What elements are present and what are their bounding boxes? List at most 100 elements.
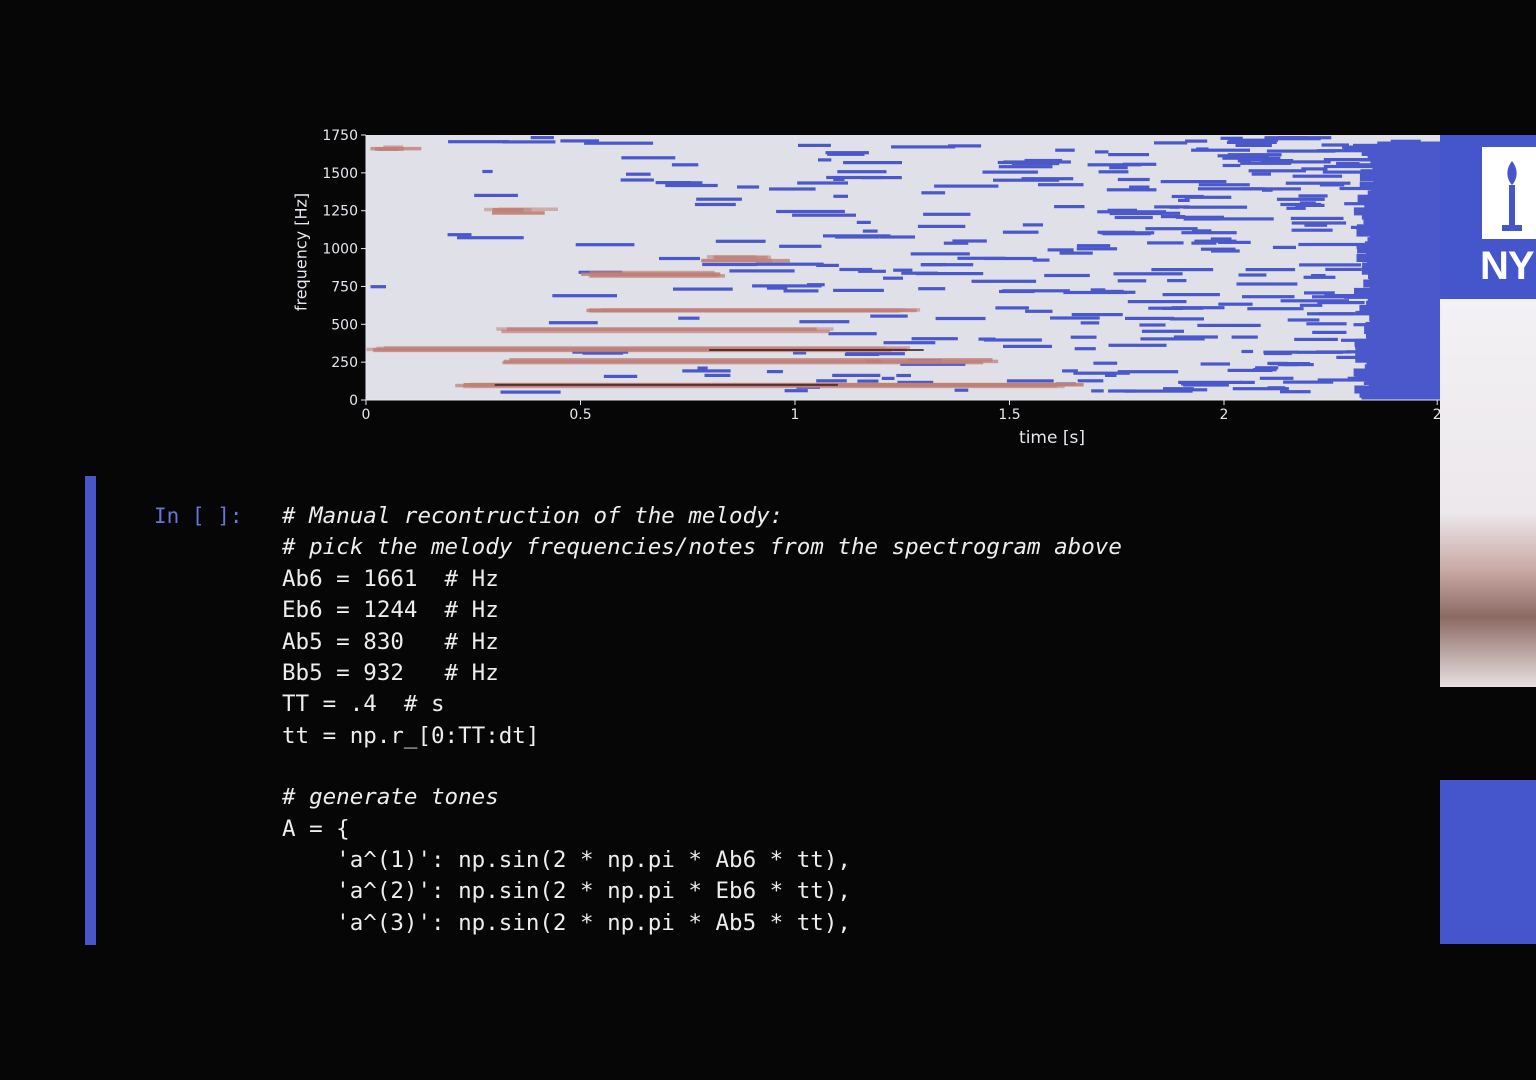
low-energy-cell bbox=[893, 268, 913, 272]
low-energy-cell bbox=[983, 338, 1042, 342]
low-energy-cell bbox=[883, 341, 936, 345]
low-energy-cell bbox=[1198, 183, 1250, 187]
low-energy-cell bbox=[1127, 300, 1187, 304]
low-energy-cell bbox=[1291, 221, 1347, 225]
low-energy-cell bbox=[1140, 337, 1205, 341]
low-energy-cell bbox=[1191, 241, 1217, 245]
low-energy-cell bbox=[1272, 245, 1296, 249]
low-energy-cell bbox=[828, 332, 877, 336]
low-energy-cell bbox=[971, 279, 1037, 283]
low-energy-cell bbox=[1312, 330, 1347, 334]
slide-footer-band bbox=[1440, 780, 1536, 944]
low-energy-cell bbox=[1098, 170, 1129, 174]
low-energy-cell bbox=[548, 321, 598, 325]
low-energy-cell bbox=[995, 306, 1029, 310]
code-line[interactable]: # pick the melody frequencies/notes from… bbox=[282, 532, 1122, 563]
low-energy-cell bbox=[881, 376, 895, 380]
low-energy-cell bbox=[857, 379, 879, 383]
code-line[interactable]: # Manual recontruction of the melody: bbox=[282, 501, 1122, 532]
code-line[interactable]: Ab6 = 1661 # Hz bbox=[282, 564, 1122, 595]
low-energy-cell bbox=[1298, 194, 1328, 198]
low-energy-cell bbox=[982, 170, 1038, 174]
low-energy-cell bbox=[779, 244, 822, 248]
low-energy-cell bbox=[883, 276, 903, 280]
low-energy-cell bbox=[934, 184, 999, 188]
low-energy-cell bbox=[792, 213, 856, 217]
code-line[interactable]: tt = np.r_[0:TT:dt] bbox=[282, 721, 1122, 752]
low-energy-cell bbox=[370, 285, 386, 289]
low-energy-cell bbox=[837, 170, 887, 174]
harmonic-track bbox=[501, 329, 830, 334]
low-energy-cell bbox=[1105, 373, 1117, 377]
low-energy-cell bbox=[1218, 240, 1251, 244]
low-energy-cell bbox=[447, 233, 472, 237]
y-tick-label: 1250 bbox=[322, 204, 358, 220]
code-line[interactable]: Ab5 = 830 # Hz bbox=[282, 627, 1122, 658]
low-energy-cell bbox=[1295, 203, 1325, 207]
low-energy-cell bbox=[998, 165, 1053, 169]
low-energy-cell bbox=[1200, 362, 1230, 366]
low-energy-cell bbox=[584, 141, 654, 145]
low-energy-cell bbox=[673, 287, 733, 291]
x-tick-label: 2 bbox=[1433, 407, 1440, 423]
low-energy-cell bbox=[1183, 217, 1220, 221]
low-energy-cell bbox=[1151, 268, 1214, 272]
spectrogram-figure: 0 250 500 750 1000 1250 1500 1750 0 0.5 1 1.5 2 2 fre… bbox=[0, 0, 1440, 470]
code-line[interactable]: 'a^(1)': np.sin(2 * np.pi * Ab6 * tt), bbox=[282, 845, 1122, 876]
low-energy-cell bbox=[671, 163, 699, 167]
harmonic-track bbox=[492, 211, 545, 215]
low-energy-cell bbox=[704, 373, 731, 377]
y-tick-label: 1000 bbox=[322, 242, 358, 258]
code-cell[interactable]: In [ ]: # Manual recontruction of the me… bbox=[85, 476, 1440, 945]
harmonic-track bbox=[586, 308, 917, 313]
low-energy-cell bbox=[1276, 197, 1325, 201]
low-energy-cell bbox=[1163, 387, 1194, 391]
low-energy-cell bbox=[1297, 350, 1343, 354]
code-line[interactable]: 'a^(3)': np.sin(2 * np.pi * Ab5 * tt), bbox=[282, 908, 1122, 939]
low-energy-cell bbox=[1047, 248, 1074, 252]
low-energy-cell bbox=[1125, 316, 1175, 320]
y-tick-label: 1500 bbox=[322, 166, 358, 182]
low-energy-cell bbox=[1318, 312, 1354, 316]
y-axis-label: frequency [Hz] bbox=[291, 192, 311, 312]
low-energy-cell bbox=[1285, 181, 1351, 185]
low-energy-cell bbox=[1032, 258, 1050, 262]
low-energy-cell bbox=[1055, 148, 1075, 152]
low-energy-cell bbox=[1093, 361, 1118, 365]
code-line[interactable]: TT = .4 # s bbox=[282, 689, 1122, 720]
low-energy-cell bbox=[1147, 241, 1184, 245]
code-line[interactable]: 'a^(2)': np.sin(2 * np.pi * Eb6 * tt), bbox=[282, 876, 1122, 907]
low-energy-cell bbox=[1113, 272, 1183, 276]
code-editor[interactable]: # Manual recontruction of the melody: # p… bbox=[282, 501, 1122, 939]
low-energy-cell bbox=[799, 320, 850, 324]
low-energy-cell bbox=[1311, 274, 1326, 278]
low-energy-cell bbox=[1197, 323, 1261, 327]
code-line[interactable] bbox=[282, 752, 1122, 782]
low-energy-cell bbox=[910, 252, 970, 256]
spectrogram-plot: 0 250 500 750 1000 1250 1500 1750 0 0.5 1 1.5 2 2 bbox=[322, 128, 1440, 423]
low-energy-cell bbox=[1235, 143, 1272, 147]
low-energy-cell bbox=[1245, 268, 1296, 272]
low-energy-cell bbox=[1044, 273, 1090, 278]
x-tick-label: 0 bbox=[362, 407, 371, 423]
low-energy-cell bbox=[1242, 295, 1295, 299]
low-energy-cell bbox=[1169, 205, 1180, 209]
code-line[interactable]: Eb6 = 1244 # Hz bbox=[282, 595, 1122, 626]
low-energy-cell bbox=[1214, 217, 1274, 221]
low-energy-cell bbox=[659, 256, 700, 261]
code-line[interactable]: A = { bbox=[282, 814, 1122, 845]
low-energy-cell bbox=[1022, 223, 1043, 227]
low-energy-cell bbox=[921, 191, 946, 195]
code-line[interactable]: # generate tones bbox=[282, 782, 1122, 813]
low-energy-cell bbox=[1091, 389, 1104, 393]
peak-line bbox=[709, 349, 924, 351]
low-energy-cell bbox=[1236, 282, 1298, 286]
y-tick-label: 1750 bbox=[322, 128, 358, 144]
low-energy-cell bbox=[1114, 215, 1153, 220]
code-line[interactable]: Bb5 = 932 # Hz bbox=[282, 658, 1122, 689]
low-energy-cell bbox=[729, 269, 795, 273]
low-energy-cell bbox=[948, 144, 982, 148]
low-energy-cell bbox=[530, 136, 554, 140]
x-tick-label: 2 bbox=[1220, 407, 1229, 423]
low-energy-cell bbox=[575, 243, 635, 247]
